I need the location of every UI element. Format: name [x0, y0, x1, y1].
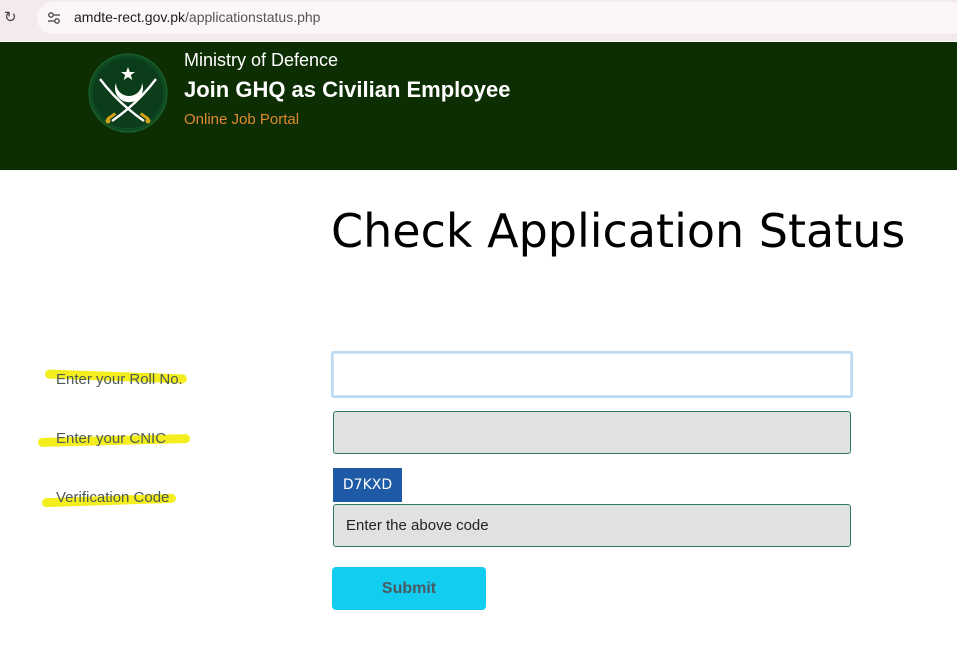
browser-toolbar: ↻ amdte-rect.gov.pk/applicationstatus.ph… — [0, 0, 957, 41]
roll-no-label: Enter your Roll No. — [56, 371, 183, 388]
reload-icon[interactable]: ↻ — [4, 9, 20, 25]
cnic-input[interactable] — [333, 411, 851, 454]
site-subtitle: Online Job Portal — [184, 111, 300, 128]
roll-no-input[interactable] — [331, 351, 853, 398]
army-emblem-logo — [88, 53, 168, 133]
address-bar[interactable]: amdte-rect.gov.pk/applicationstatus.php — [37, 2, 957, 34]
url-host: amdte-rect.gov.pk — [74, 9, 186, 25]
url-path: /applicationstatus.php — [185, 9, 321, 25]
verification-code-input[interactable] — [333, 504, 851, 547]
url-text: amdte-rect.gov.pk/applicationstatus.php — [74, 9, 320, 25]
site-title: Join GHQ as Civilian Employee — [184, 77, 511, 102]
captcha-image: D7KXD — [333, 468, 402, 502]
page-title: Check Application Status — [331, 204, 906, 258]
submit-button[interactable]: Submit — [332, 567, 486, 610]
site-header: Ministry of Defence Join GHQ as Civilian… — [0, 42, 957, 170]
cnic-label: Enter your CNIC — [56, 430, 167, 447]
site-info-icon[interactable] — [47, 11, 61, 25]
ministry-name: Ministry of Defence — [184, 50, 339, 70]
verification-code-label: Verification Code — [56, 489, 170, 506]
